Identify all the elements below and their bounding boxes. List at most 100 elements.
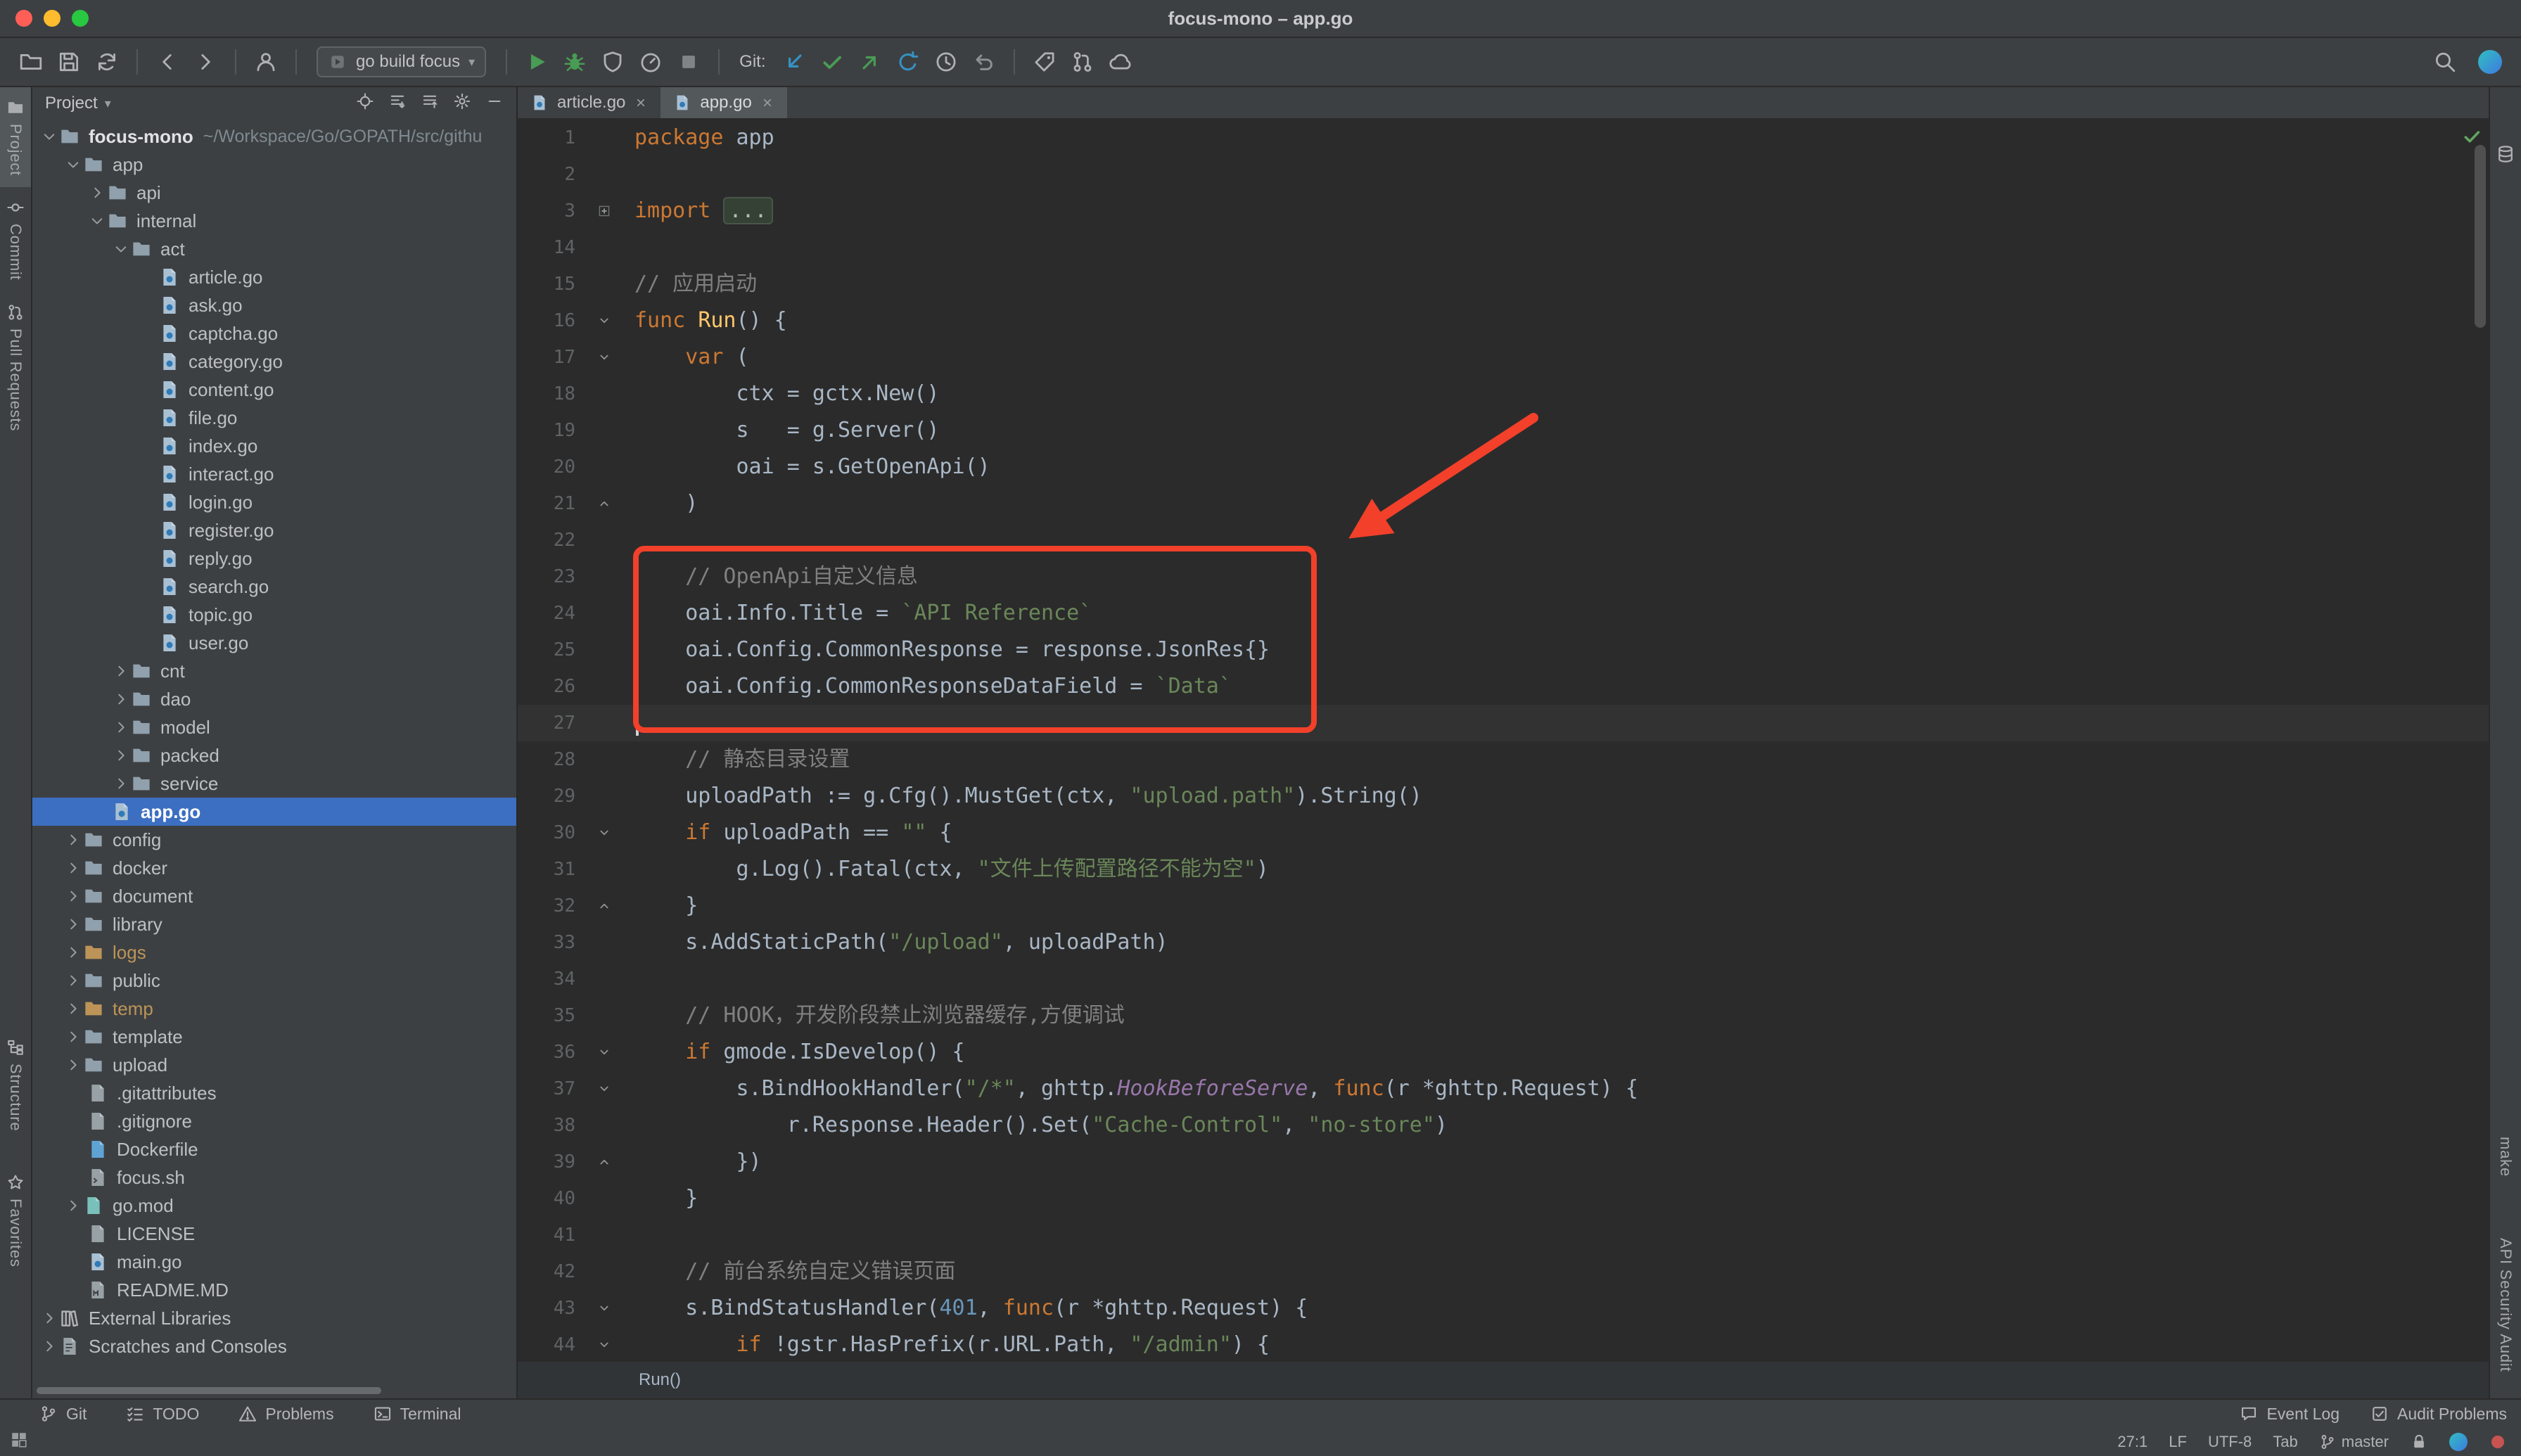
code-line[interactable]: 24 oai.Info.Title = `API Reference` [518,595,2489,632]
tree-item-public[interactable]: public [32,966,516,995]
code-line[interactable]: 38 r.Response.Header().Set("Cache-Contro… [518,1107,2489,1144]
git-branch-widget[interactable]: master [2319,1433,2389,1451]
tree-item-app.go[interactable]: app.go [32,798,516,826]
code-line[interactable]: 2 [518,156,2489,193]
code-line[interactable]: 37 s.BindHookHandler("/*", ghttp.HookBef… [518,1071,2489,1107]
toolwindow-button-audit-problems[interactable]: Audit Problems [2370,1405,2507,1424]
code-line[interactable]: 34 [518,961,2489,997]
fold-plus-icon[interactable] [596,203,612,219]
indent-style[interactable]: Tab [2273,1433,2297,1451]
save-button[interactable] [52,45,86,79]
chevron-down-icon[interactable] [113,241,129,257]
tree-item-readme.md[interactable]: README.MD [32,1276,516,1304]
search-button[interactable] [2428,45,2462,79]
tree-item-content.go[interactable]: content.go [32,376,516,404]
pull-request-button[interactable] [1066,45,1099,79]
tree-item-document[interactable]: document [32,882,516,910]
chevron-right-icon[interactable] [65,1000,82,1017]
code-line[interactable]: 40 } [518,1180,2489,1217]
editor-vertical-scrollbar[interactable] [2475,145,2486,328]
tree-item-dockerfile[interactable]: Dockerfile [32,1135,516,1163]
hide-button[interactable] [485,92,504,115]
avatar-button[interactable] [2449,1433,2468,1451]
tree-item-config[interactable]: config [32,826,516,854]
tree-item-api[interactable]: api [32,179,516,207]
chevron-right-icon[interactable] [65,831,82,848]
lock-button[interactable] [2410,1433,2428,1451]
chevron-right-icon[interactable] [65,972,82,989]
fold-down-icon[interactable] [596,1301,612,1316]
fold-down-icon[interactable] [596,825,612,841]
collapse-all-button[interactable] [421,92,439,115]
chevron-down-icon[interactable] [65,156,82,173]
code-line[interactable]: 36 if gmode.IsDevelop() { [518,1034,2489,1071]
profile-button[interactable] [249,45,283,79]
code-line[interactable]: 26 oai.Config.CommonResponseDataField = … [518,668,2489,705]
tree-item-app[interactable]: app [32,151,516,179]
toolwindow-button-problems[interactable]: Problems [238,1405,333,1424]
panel-title[interactable]: Project [45,94,98,113]
code-line[interactable]: 17 var ( [518,339,2489,376]
locate-button[interactable] [356,92,374,115]
code-line[interactable]: 21 ) [518,485,2489,522]
coverage-button[interactable] [596,45,630,79]
tree-item-search.go[interactable]: search.go [32,573,516,601]
tab-article.go[interactable]: article.go [518,87,660,118]
toolwindow-button-terminal[interactable]: Terminal [374,1405,461,1424]
tool-stripe-api-security-audit[interactable]: API Security Audit [2490,1238,2521,1372]
chevron-down-icon[interactable]: ▾ [105,96,111,111]
tree-item-.gitignore[interactable]: .gitignore [32,1107,516,1135]
close-button[interactable] [15,10,32,27]
code-line[interactable]: 30 if uploadPath == "" { [518,815,2489,851]
fold-down-icon[interactable] [596,350,612,365]
fold-down-icon[interactable] [596,1081,612,1097]
fold-down-icon[interactable] [596,313,612,328]
expand-all-button[interactable] [388,92,407,115]
caret-position[interactable]: 27:1 [2117,1433,2147,1451]
tree-item-go.mod[interactable]: go.mod [32,1192,516,1220]
code-line[interactable]: 3import ... [518,193,2489,229]
tree-item-file.go[interactable]: file.go [32,404,516,432]
tree-item-template[interactable]: template [32,1023,516,1051]
tree-horizontal-scrollbar[interactable] [37,1387,381,1394]
open-folder-button[interactable] [14,45,48,79]
code-line[interactable]: 19 s = g.Server() [518,412,2489,449]
git-push-button[interactable] [853,45,887,79]
chevron-right-icon[interactable] [65,916,82,933]
tree-item-cnt[interactable]: cnt [32,657,516,685]
chevron-down-icon[interactable] [89,212,106,229]
tree-item-index.go[interactable]: index.go [32,432,516,460]
chevron-right-icon[interactable] [41,1338,58,1355]
code-line[interactable]: 25 oai.Config.CommonResponse = response.… [518,632,2489,668]
chevron-right-icon[interactable] [113,719,129,736]
inspections-ok-icon[interactable] [2462,125,2482,145]
window-switcher-icon[interactable] [10,1431,28,1449]
tree-item-ask.go[interactable]: ask.go [32,291,516,319]
chevron-right-icon[interactable] [65,1197,82,1214]
undo-button[interactable] [967,45,1001,79]
tree-item-model[interactable]: model [32,713,516,741]
file-encoding[interactable]: UTF-8 [2208,1433,2252,1451]
code-line[interactable]: 39 }) [518,1144,2489,1180]
tree-item-packed[interactable]: packed [32,741,516,769]
close-icon[interactable] [760,96,774,110]
tree-item-register.go[interactable]: register.go [32,516,516,544]
git-update-button[interactable] [777,45,811,79]
tree-item-login.go[interactable]: login.go [32,488,516,516]
code-line[interactable]: 23 // OpenApi自定义信息 [518,558,2489,595]
tree-item-external-libraries[interactable]: External Libraries [32,1304,516,1332]
chevron-right-icon[interactable] [113,691,129,708]
breadcrumb-item[interactable]: Run() [639,1370,681,1390]
tree-item-captcha.go[interactable]: captcha.go [32,319,516,347]
chevron-right-icon[interactable] [65,888,82,905]
fold-down-icon[interactable] [596,1337,612,1353]
tag-button[interactable] [1028,45,1061,79]
tree-item-scratches-and-consoles[interactable]: Scratches and Consoles [32,1332,516,1360]
stop-button[interactable] [672,45,706,79]
tab-app.go[interactable]: app.go [660,87,786,118]
tool-stripe-pull-requests[interactable]: Pull Requests [0,292,31,442]
git-history-button[interactable] [929,45,963,79]
database-tool-button[interactable] [2496,143,2515,170]
git-revert-button[interactable] [891,45,925,79]
chevron-down-icon[interactable] [41,128,58,145]
